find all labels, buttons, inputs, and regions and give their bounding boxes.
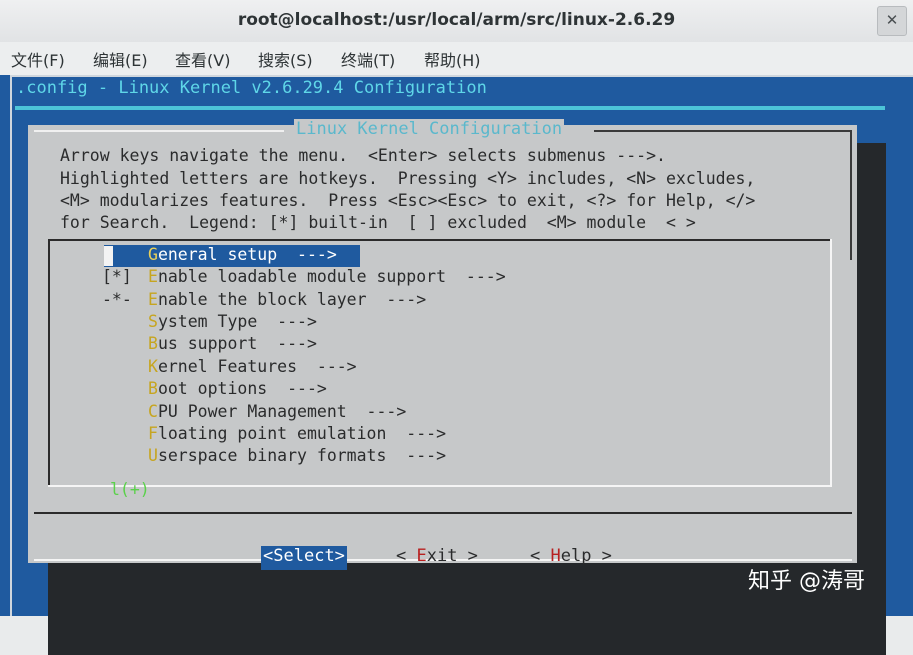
help-line: <M> modularizes features. Press <Esc><Es…	[60, 191, 756, 210]
menu-item-state: [*]	[102, 267, 132, 286]
menu-terminal[interactable]: 终端(T)	[341, 47, 395, 71]
menu-help[interactable]: 帮助(H)	[424, 47, 481, 71]
menu-hotkey: E	[148, 267, 158, 286]
dialog-border-right	[850, 130, 852, 260]
menu-item-boot-options[interactable]: Boot options --->	[48, 379, 832, 401]
menu-item-system-type[interactable]: System Type --->	[48, 312, 832, 334]
menu-item-bus-support[interactable]: Bus support --->	[48, 334, 832, 356]
config-title-underline	[15, 106, 885, 110]
close-icon: ✕	[885, 11, 899, 29]
menu-item-label: PU Power Management --->	[157, 402, 407, 421]
menu-view[interactable]: 查看(V)	[175, 47, 230, 71]
menu-search[interactable]: 搜索(S)	[258, 47, 313, 71]
menu-item-kernel-features[interactable]: Kernel Features --->	[48, 357, 832, 379]
menubar: 文件(F) 编辑(E) 查看(V) 搜索(S) 终端(T) 帮助(H)	[0, 42, 913, 75]
menu-file[interactable]: 文件(F)	[11, 47, 65, 71]
button-hotkey: E	[416, 546, 427, 566]
dialog-border-top-left	[34, 130, 284, 132]
menu-item-label: eneral setup --->	[157, 245, 337, 264]
menu-hotkey: B	[148, 379, 158, 398]
dialog-title: Linux Kernel Configuration	[294, 119, 565, 139]
menuconfig-dialog: Linux Kernel Configuration Arrow keys na…	[28, 119, 857, 563]
menu-box-border-top	[48, 239, 832, 241]
menu-item-cpu-power[interactable]: CPU Power Management --->	[48, 402, 832, 424]
menu-hotkey: S	[148, 312, 158, 331]
exit-button[interactable]: < Exit >	[396, 546, 478, 570]
window-title: root@localhost:/usr/local/arm/src/linux-…	[237, 10, 676, 30]
menu-item-general-setup[interactable]: General setup --->	[48, 245, 832, 267]
help-line: Arrow keys navigate the menu. <Enter> se…	[60, 146, 666, 165]
menu-item-label: nable loadable module support --->	[157, 267, 506, 286]
menu-item-userspace-binary[interactable]: Userspace binary formats --->	[48, 446, 832, 468]
menu-box-border-bottom	[48, 485, 832, 487]
menu-hotkey: C	[148, 402, 158, 421]
terminal-area[interactable]: .config - Linux Kernel v2.6.29.4 Configu…	[0, 75, 913, 655]
menu-item-label: ystem Type --->	[157, 312, 317, 331]
menu-item-loadable-module[interactable]: [*] Enable loadable module support --->	[48, 267, 832, 289]
menu-item-label: ernel Features --->	[157, 357, 357, 376]
menu-list-box: General setup ---> [*] Enable loadable m…	[48, 239, 832, 487]
menu-item-label: oot options --->	[157, 379, 327, 398]
menu-item-label: loating point emulation --->	[157, 424, 447, 443]
menu-item-state: -*-	[102, 290, 132, 309]
window-titlebar[interactable]: root@localhost:/usr/local/arm/src/linux-…	[0, 0, 913, 43]
menu-hotkey: F	[148, 424, 158, 443]
button-hotkey: S	[273, 546, 284, 566]
menu-item-floating-point[interactable]: Floating point emulation --->	[48, 424, 832, 446]
watermark: 知乎 @涛哥	[748, 569, 865, 594]
terminal-border-top	[10, 75, 913, 77]
config-title: .config - Linux Kernel v2.6.29.4 Configu…	[16, 78, 487, 98]
terminal-border-left	[10, 75, 12, 616]
menu-item-label: us support --->	[157, 334, 317, 353]
scroll-more-indicator: l(+)	[110, 480, 150, 499]
menu-item-block-layer[interactable]: -*- Enable the block layer --->	[48, 290, 832, 312]
menu-hotkey: U	[148, 446, 158, 465]
menu-hotkey: E	[148, 290, 158, 309]
help-button[interactable]: < Help >	[530, 546, 612, 570]
menu-hotkey: G	[148, 245, 158, 264]
button-area-border-top	[34, 512, 852, 514]
select-button[interactable]: <Select>	[261, 546, 347, 570]
menu-item-label: serspace binary formats --->	[157, 446, 447, 465]
menu-hotkey: K	[148, 357, 158, 376]
menu-item-label: nable the block layer --->	[157, 290, 427, 309]
dialog-border-top-right	[594, 130, 852, 132]
help-line: for Search. Legend: [*] built-in [ ] exc…	[60, 213, 696, 232]
button-hotkey: H	[550, 546, 561, 566]
text-cursor	[104, 246, 113, 266]
close-button[interactable]: ✕	[877, 6, 907, 36]
menu-hotkey: B	[148, 334, 158, 353]
menu-edit[interactable]: 编辑(E)	[93, 47, 148, 71]
help-line: Highlighted letters are hotkeys. Pressin…	[60, 169, 756, 188]
